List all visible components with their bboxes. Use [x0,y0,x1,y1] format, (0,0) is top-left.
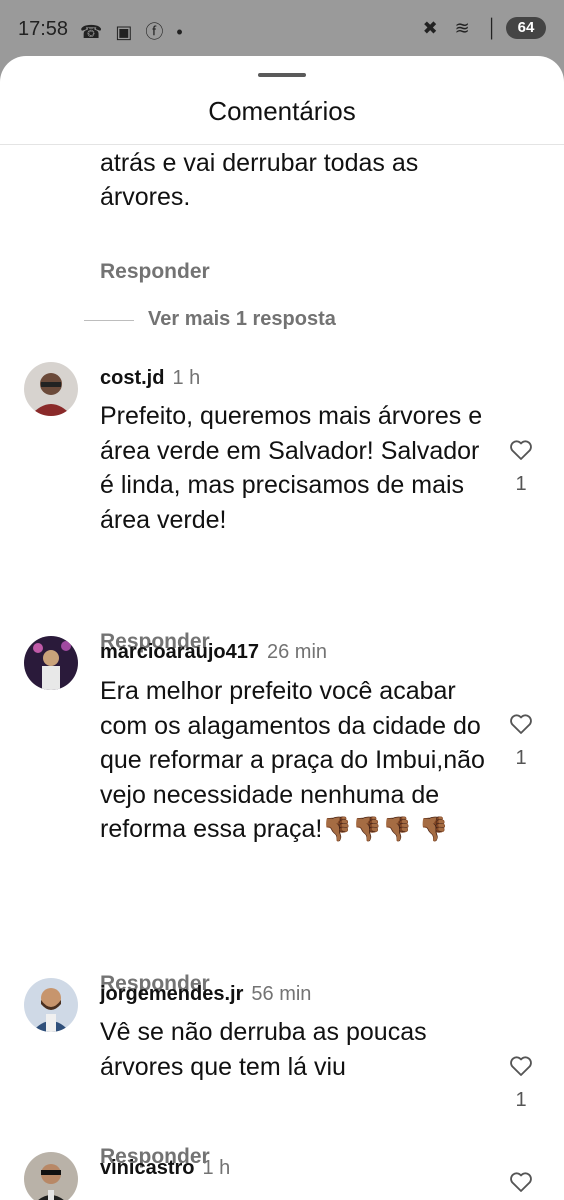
avatar[interactable] [24,362,78,416]
comment-time: 26 min [266,641,328,663]
system-icons: ✖ ≋ │ [422,18,504,38]
drag-handle[interactable] [258,73,306,77]
username[interactable]: vinicastro 1 h [100,1157,230,1180]
comment-text: Era melhor prefeito você acabar com os a… [100,674,500,848]
username[interactable]: jorgemendes.jr 56 min [100,983,311,1006]
like-count: 1 [515,747,527,769]
divider [84,320,134,321]
comment-text-partial: estava em obra a pouco tempo atrás e vai… [100,148,419,212]
battery-icon: 64 [506,17,546,39]
avatar[interactable] [24,1152,78,1200]
heart-icon[interactable] [509,439,533,461]
thumbs-down-emoji: 👎🏾👎🏾👎🏾 👎🏾 [322,816,449,843]
reply-button[interactable]: Responder [100,260,210,284]
comment-time: 56 min [251,983,312,1005]
avatar[interactable] [24,636,78,690]
status-bar: 17:58 ☎ ▣ ⓕ • ✖ ≋ │ 64 [0,0,564,58]
username-text[interactable]: jorgemendes.jr [100,983,243,1005]
comment-text: Vê se não derruba as poucas árvores que … [100,1018,427,1081]
view-more-replies-button[interactable]: Ver mais 1 resposta [148,308,336,331]
avatar[interactable] [24,978,78,1032]
username[interactable]: cost.jd 1 h [100,367,200,390]
comment-text: Prefeito, queremos mais árvores e área v… [100,402,483,534]
username-text[interactable]: cost.jd [100,367,164,389]
comment-time: 1 h [172,367,201,389]
username-text[interactable]: marcioaraujo417 [100,641,259,663]
username-text[interactable]: vinicastro [100,1157,194,1179]
heart-icon[interactable] [509,1171,533,1193]
heart-icon[interactable] [509,1055,533,1077]
like-count: 1 [515,473,527,495]
sheet-title: Comentários [208,96,356,126]
heart-icon[interactable] [509,713,533,735]
notification-icons: ☎ ▣ ⓕ • [80,22,187,42]
comments-sheet: Comentários estava em obra a pouco tempo… [0,56,564,1200]
comment-time: 1 h [202,1157,231,1179]
like-count: 1 [515,1089,527,1111]
status-time: 17:58 [18,18,69,40]
comments-list[interactable]: estava em obra a pouco tempo atrás e vai… [0,145,564,1200]
username[interactable]: marcioaraujo417 26 min [100,641,327,664]
